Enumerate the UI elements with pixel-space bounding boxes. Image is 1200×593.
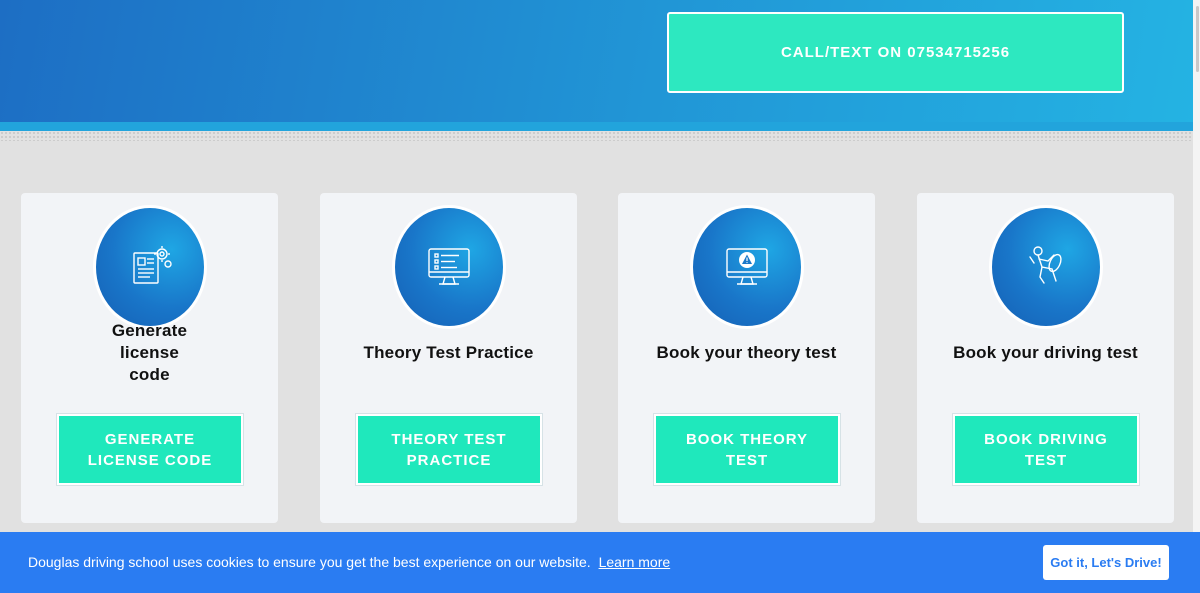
card-book-theory: Book your theory test BOOK THEORY TEST [618, 193, 875, 523]
icon-circle [989, 205, 1103, 329]
book-theory-test-button[interactable]: BOOK THEORY TEST [654, 414, 840, 485]
call-text-button[interactable]: CALL/TEXT ON 07534715256 [667, 12, 1124, 93]
cookie-banner: Douglas driving school uses cookies to e… [0, 532, 1200, 593]
computer-warning-icon [726, 248, 768, 285]
icon-circle [93, 205, 207, 329]
dotted-divider [0, 131, 1193, 141]
icon-circle [690, 205, 804, 329]
card-book-driving: Book your driving test BOOK DRIVING TEST [917, 193, 1174, 523]
icon-circle [392, 205, 506, 329]
scrollbar-thumb[interactable] [1196, 6, 1199, 72]
card-generate-license: Generate license code GENERATE LICENSE C… [21, 193, 278, 523]
computer-checklist-icon [428, 248, 470, 285]
card-title: Book your theory test [656, 343, 837, 362]
cookie-message: Douglas driving school uses cookies to e… [28, 554, 591, 570]
generate-license-code-button[interactable]: GENERATE LICENSE CODE [57, 414, 243, 485]
driver-steering-wheel-icon [1029, 246, 1062, 284]
hero-bottom-strip [0, 122, 1193, 131]
license-document-gear-icon [133, 246, 172, 284]
learn-more-link[interactable]: Learn more [599, 554, 671, 570]
card-theory-practice: Theory Test Practice THEORY TEST PRACTIC… [320, 193, 577, 523]
page-scrollbar[interactable] [1193, 0, 1200, 593]
cookie-message-row: Douglas driving school uses cookies to e… [28, 554, 670, 570]
card-title: Book your driving test [953, 343, 1138, 362]
theory-test-practice-button[interactable]: THEORY TEST PRACTICE [356, 414, 542, 485]
card-title: Theory Test Practice [363, 343, 534, 362]
book-driving-test-button[interactable]: BOOK DRIVING TEST [953, 414, 1139, 485]
card-title: Generate license code [111, 321, 188, 384]
accept-cookies-button[interactable]: Got it, Let's Drive! [1043, 545, 1169, 580]
